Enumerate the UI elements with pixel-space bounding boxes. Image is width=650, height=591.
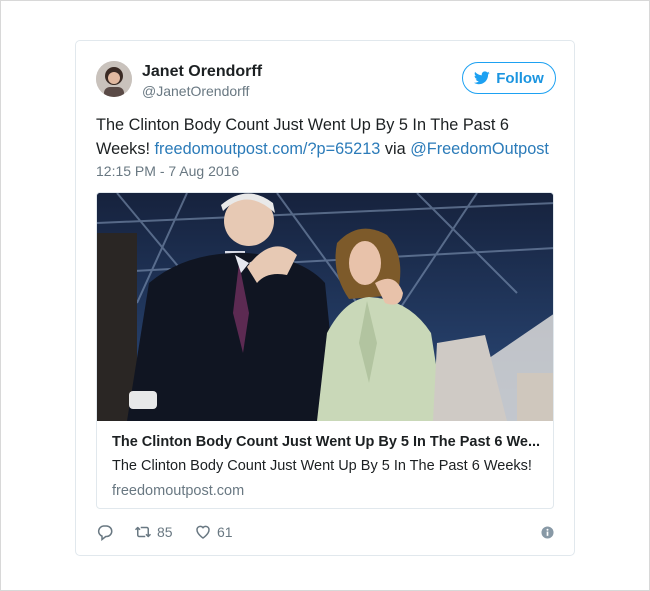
tweet-actions: 85 61 [96,523,556,543]
link-card[interactable]: The Clinton Body Count Just Went Up By 5… [96,192,554,509]
avatar[interactable] [96,61,132,97]
follow-button[interactable]: Follow [462,62,556,94]
tweet-header: Janet Orendorff @JanetOrendorff Follow [96,59,556,103]
retweet-icon [134,526,152,538]
like-count: 61 [217,524,233,540]
author-screen-name[interactable]: @JanetOrendorff [142,83,249,99]
card-domain[interactable]: freedomoutpost.com [112,483,244,499]
tweet-text-via: via [380,140,411,158]
card-image[interactable] [97,193,553,421]
info-icon[interactable] [541,526,554,539]
like-button[interactable]: 61 [194,523,233,541]
follow-label: Follow [496,69,544,87]
retweet-button[interactable]: 85 [134,523,173,541]
card-title[interactable]: The Clinton Body Count Just Went Up By 5… [112,434,542,450]
reply-icon [97,525,113,541]
card-description: The Clinton Body Count Just Went Up By 5… [112,458,532,474]
embedded-tweet: Janet Orendorff @JanetOrendorff Follow T… [75,40,575,556]
heart-icon [196,525,210,539]
mention-link[interactable]: @FreedomOutpost [410,140,549,158]
reply-button[interactable] [96,523,114,541]
author-display-name[interactable]: Janet Orendorff [142,63,262,81]
tweet-url-link[interactable]: freedomoutpost.com/?p=65213 [155,140,381,158]
tweet-text: The Clinton Body Count Just Went Up By 5… [96,113,556,161]
twitter-bird-icon [474,71,490,85]
tweet-timestamp[interactable]: 12:15 PM - 7 Aug 2016 [96,163,239,179]
retweet-count: 85 [157,524,173,540]
